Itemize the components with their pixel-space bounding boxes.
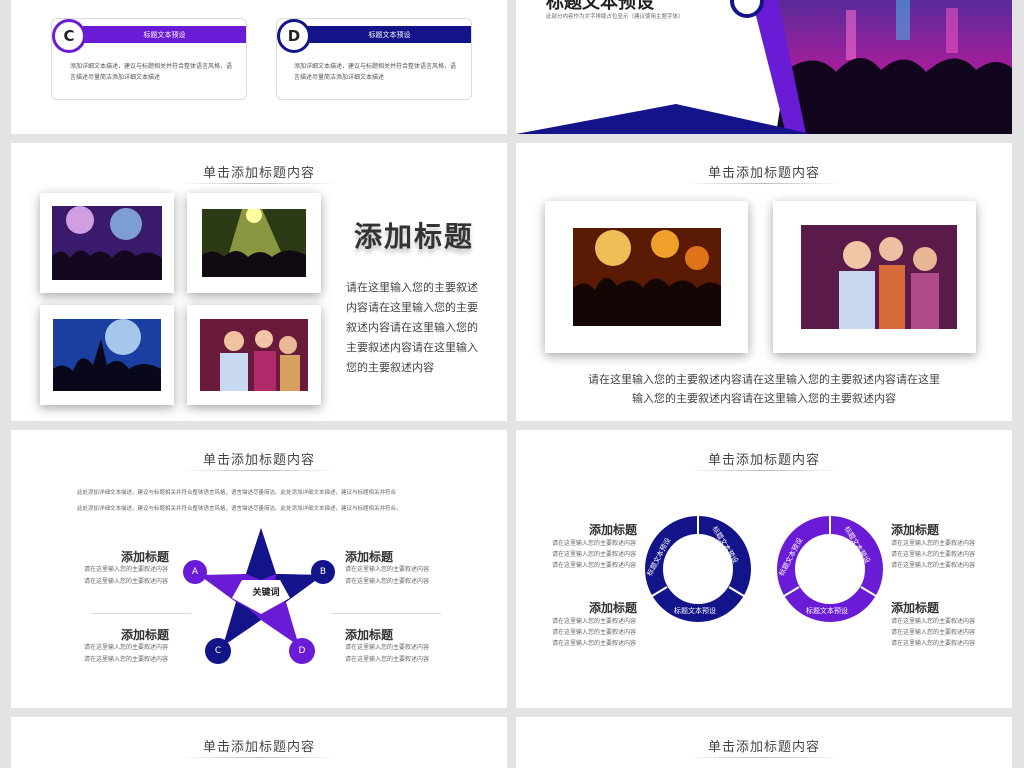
star-block-d-line1: 请在这里输入您的主要叙述内容 bbox=[345, 644, 430, 651]
star-point-a: A bbox=[183, 560, 207, 584]
slide-features: 标题文本预设 C 添加详细文本描述，建议与标题相关并符合整体语言风格，语言描述尽… bbox=[11, 0, 507, 134]
star-intro-line1: 此处添加详细文本描述，建议与标题相关并符合整体语言风格，语言描述尽量简洁。此处添… bbox=[77, 490, 397, 496]
divider-left bbox=[91, 613, 191, 614]
ring-purple-label-3: 标题文本预设 bbox=[806, 607, 848, 615]
ring-block-4-heading: 添加标题 bbox=[891, 601, 940, 615]
star-block-c-line1: 请在这里输入您的主要叙述内容 bbox=[84, 644, 169, 651]
star-block-d-heading: 添加标题 bbox=[345, 628, 394, 642]
ring-block-2-line1: 请在这里输入您的主要叙述内容 bbox=[552, 618, 637, 625]
ring-block-1-line2: 请在这里输入您的主要叙述内容 bbox=[552, 551, 637, 558]
ring-navy-label-3: 标题文本预设 bbox=[674, 607, 716, 615]
concert-slide-subtitle: 此部分内容作为文字排版占位显示（建议使用主题字体） bbox=[546, 14, 684, 20]
star-block-a-line1: 请在这里输入您的主要叙述内容 bbox=[84, 566, 169, 573]
concert-photo-2 bbox=[202, 209, 306, 277]
title-underline bbox=[179, 183, 339, 184]
divider-right bbox=[331, 613, 441, 614]
feature-badge-c-letter: C bbox=[63, 27, 75, 45]
ring-block-2-line3: 请在这里输入您的主要叙述内容 bbox=[552, 640, 637, 647]
title-underline bbox=[179, 470, 339, 471]
slide-photo-grid: 单击添加标题内容 添加标题 请在这里输入您的主要叙述内容请在这里输入您的主要叙述… bbox=[11, 143, 507, 421]
ring-block-1-line3: 请在这里输入您的主要叙述内容 bbox=[552, 562, 637, 569]
title-underline bbox=[684, 470, 844, 471]
ring-block-4-line3: 请在这里输入您的主要叙述内容 bbox=[891, 640, 976, 647]
grid-heading: 添加标题 bbox=[354, 220, 475, 253]
title-underline bbox=[684, 183, 844, 184]
ring-block-3-line2: 请在这里输入您的主要叙述内容 bbox=[891, 551, 976, 558]
ring-block-1-line1: 请在这里输入您的主要叙述内容 bbox=[552, 540, 637, 547]
ring-block-3-line1: 请在这里输入您的主要叙述内容 bbox=[891, 540, 976, 547]
star-block-a-heading: 添加标题 bbox=[121, 550, 170, 564]
slide-ring-diagrams: 单击添加标题内容 标题文本预设 标题文本预设 标题文本预设 标题文本预设 标题文… bbox=[516, 430, 1012, 708]
slide-title: 单击添加标题内容 bbox=[707, 166, 820, 181]
photo-frame-3 bbox=[40, 305, 174, 405]
ring-block-4-line1: 请在这里输入您的主要叙述内容 bbox=[891, 618, 976, 625]
star-point-a-letter: A bbox=[191, 567, 199, 577]
star-block-a-line2: 请在这里输入您的主要叙述内容 bbox=[84, 578, 169, 585]
slide-title-concert: 标题文本预设 此部分内容作为文字排版占位显示（建议使用主题字体） bbox=[516, 0, 1012, 134]
slide-title: 单击添加标题内容 bbox=[707, 740, 820, 755]
ring-block-4-line2: 请在这里输入您的主要叙述内容 bbox=[891, 629, 976, 636]
star-point-b: B bbox=[311, 560, 335, 584]
star-point-d-letter: D bbox=[298, 646, 306, 656]
feature-card-c-bar-label: 标题文本预设 bbox=[143, 30, 186, 39]
star-point-c: C bbox=[205, 638, 231, 664]
photo-frame-left bbox=[545, 201, 748, 353]
slide-title: 单击添加标题内容 bbox=[202, 166, 315, 181]
star-block-d-line2: 请在这里输入您的主要叙述内容 bbox=[345, 656, 430, 663]
feature-card-c-bar: 标题文本预设 bbox=[83, 26, 246, 43]
star-block-c-line2: 请在这里输入您的主要叙述内容 bbox=[84, 656, 169, 663]
title-underline bbox=[684, 757, 844, 758]
star-block-b-heading: 添加标题 bbox=[345, 550, 394, 564]
slide-two-photos: 单击添加标题内容 请在这里输入您的主要叙述内容请在这里输入您的主要叙述内容请在这… bbox=[516, 143, 1012, 421]
slide-bottom-right: 单击添加标题内容 bbox=[516, 717, 1012, 768]
star-point-d: D bbox=[289, 638, 315, 664]
photo-frame-2 bbox=[187, 193, 321, 293]
ring-block-2-line2: 请在这里输入您的主要叙述内容 bbox=[552, 629, 637, 636]
star-block-b-line2: 请在这里输入您的主要叙述内容 bbox=[345, 578, 430, 585]
title-underline bbox=[179, 757, 339, 758]
slide-title: 单击添加标题内容 bbox=[202, 740, 315, 755]
ring-block-1-heading: 添加标题 bbox=[589, 523, 638, 537]
star-block-b-line1: 请在这里输入您的主要叙述内容 bbox=[345, 566, 430, 573]
party-photo-4 bbox=[200, 319, 308, 391]
photo-frame-1 bbox=[40, 193, 174, 293]
feature-badge-c: C bbox=[52, 19, 86, 53]
slide-star-diagram: 单击添加标题内容 此处添加详细文本描述，建议与标题相关并符合整体语言风格，语言描… bbox=[11, 430, 507, 708]
photo-frame-4 bbox=[187, 305, 321, 405]
photos-caption-line2: 输入您的主要叙述内容请在这里输入您的主要叙述内容 bbox=[632, 392, 896, 405]
slide-title: 单击添加标题内容 bbox=[202, 453, 315, 468]
photos-caption-line1: 请在这里输入您的主要叙述内容请在这里输入您的主要叙述内容请在这里 bbox=[588, 373, 940, 386]
grid-body-text: 请在这里输入您的主要叙述内容请在这里输入您的主要叙述内容请在这里输入您的主要叙述… bbox=[346, 281, 478, 374]
concert-photo-3 bbox=[53, 319, 161, 391]
feature-card-c-text: 添加详细文本描述，建议与标题相关并符合整体语言风格，语言描述尽量简洁添加详细文本… bbox=[70, 63, 233, 81]
slide-title: 单击添加标题内容 bbox=[707, 453, 820, 468]
star-point-b-letter: B bbox=[319, 567, 327, 577]
feature-badge-d-letter: D bbox=[287, 27, 301, 45]
ring-block-2-heading: 添加标题 bbox=[589, 601, 638, 615]
feature-card-d-text: 添加详细文本描述，建议与标题相关并符合整体语言风格，语言描述尽量简洁添加详细文本… bbox=[294, 63, 457, 81]
star-point-c-letter: C bbox=[214, 646, 222, 656]
star-intro-line2: 此处添加详细文本描述，建议与标题相关并符合整体语言风格，语言描述尽量简洁。此处添… bbox=[77, 506, 402, 512]
feature-card-d-bar: 标题文本预设 bbox=[308, 26, 471, 43]
ring-block-3-heading: 添加标题 bbox=[891, 523, 940, 537]
ring-block-3-line3: 请在这里输入您的主要叙述内容 bbox=[891, 562, 976, 569]
photo-frame-right bbox=[773, 201, 976, 353]
concert-photo-left bbox=[573, 228, 721, 326]
feature-card-d-bar-label: 标题文本预设 bbox=[368, 30, 411, 39]
star-center-label: 关键词 bbox=[252, 588, 280, 598]
star-block-c-heading: 添加标题 bbox=[121, 628, 170, 642]
concert-photo-1 bbox=[52, 206, 162, 280]
slide-bottom-left: 单击添加标题内容 bbox=[11, 717, 507, 768]
feature-badge-d: D bbox=[277, 19, 311, 53]
party-photo-right bbox=[801, 225, 957, 329]
